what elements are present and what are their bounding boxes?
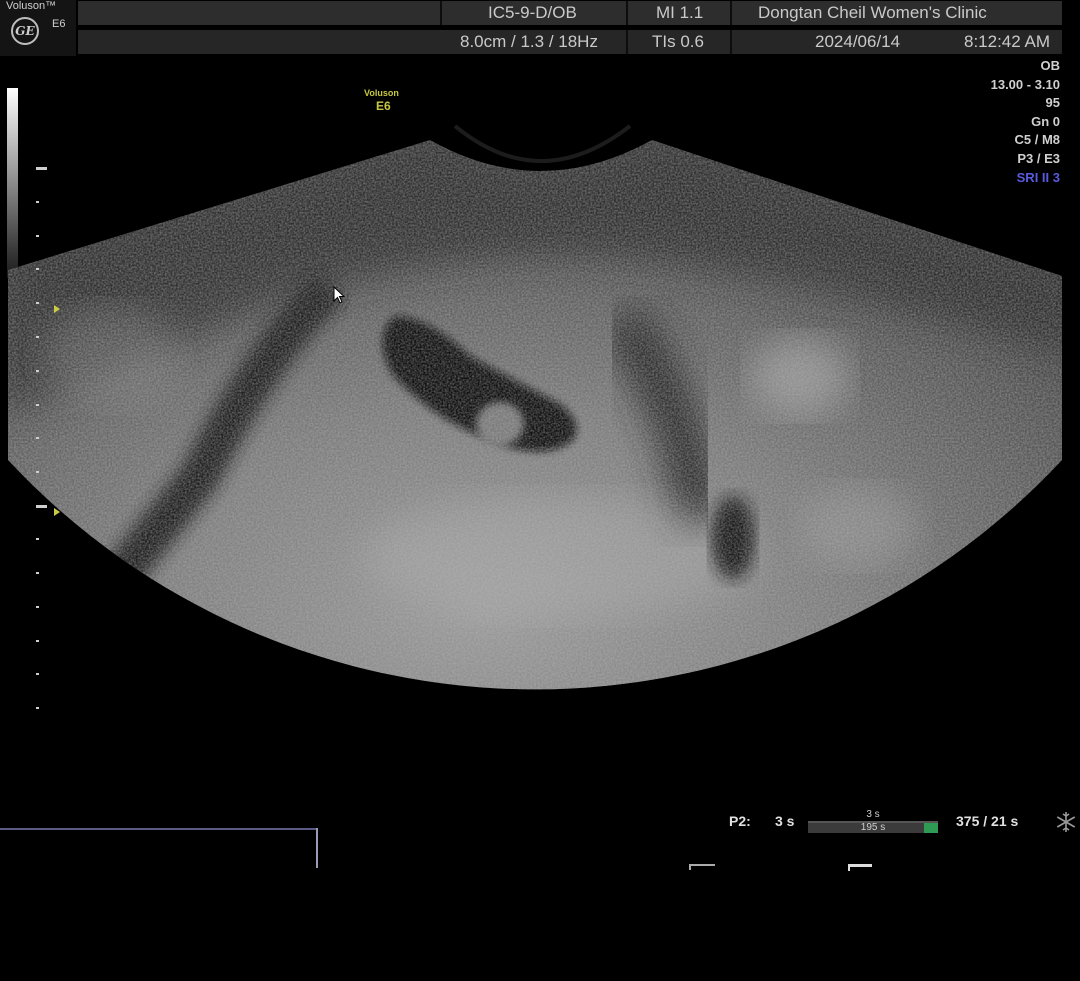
brand-model: E6 (52, 18, 66, 30)
depth-tick (36, 235, 39, 237)
depth-tick (36, 673, 39, 675)
header-row-2: 8.0cm / 1.3 / 18Hz TIs 0.6 2024/06/14 8:… (78, 30, 1062, 54)
depth-tick (36, 437, 39, 439)
cine-duration: 3 s (775, 813, 795, 829)
depth-tick (36, 707, 39, 709)
clinic-name: Dongtan Cheil Women's Clinic (758, 3, 987, 22)
header-divider (440, 1, 442, 25)
cine-frames: 375 / 21 s (956, 813, 1019, 829)
depth-tick (36, 167, 47, 170)
ge-logo-icon: GE (11, 17, 39, 45)
depth-tick (36, 505, 47, 508)
cine-bar-top: 3 s (866, 809, 880, 820)
header-divider (730, 1, 732, 25)
focus-marker-icon[interactable] (54, 305, 60, 313)
depth-tick (36, 336, 39, 338)
probe-label: IC5-9-D/OB (488, 3, 577, 22)
depth-tick (36, 471, 39, 473)
mouse-pointer-icon (333, 286, 346, 304)
header-divider (626, 1, 628, 25)
depth-tick (36, 404, 39, 406)
depth-tick (36, 201, 39, 203)
depth-info: 8.0cm / 1.3 / 18Hz (460, 32, 598, 51)
depth-tick (36, 370, 39, 372)
header-divider (626, 30, 628, 54)
mi-label: MI 1.1 (656, 3, 704, 22)
exam-time: 8:12:42 AM (964, 32, 1051, 51)
cine-label: P2: (729, 813, 751, 829)
brand-name: Voluson™ (6, 0, 57, 12)
header-row-1: IC5-9-D/OB MI 1.1 Dongtan Cheil Women's … (78, 1, 1062, 25)
brand-box: Voluson™ GE E6 (0, 0, 76, 56)
depth-tick (36, 640, 39, 642)
exam-date: 2024/06/14 (815, 32, 901, 51)
depth-tick (36, 606, 39, 608)
snowflake-icon[interactable] (1054, 810, 1078, 834)
cine-position[interactable] (924, 823, 938, 833)
depth-tick (36, 538, 39, 540)
cine-bar-bottom: 195 s (808, 823, 938, 833)
header-bar: Voluson™ GE E6 IC5-9-D/OB MI 1.1 Dongtan… (0, 0, 1064, 56)
focus-marker-icon[interactable] (54, 508, 60, 516)
tis-label: TIs 0.6 (652, 32, 704, 51)
header-divider (730, 30, 732, 54)
softkey-tab[interactable] (689, 864, 715, 870)
depth-tick (36, 572, 39, 574)
panel-border (316, 828, 318, 868)
depth-tick (36, 302, 39, 304)
cine-slider[interactable]: 3 s 195 s (808, 809, 938, 834)
softkey-tab[interactable] (848, 864, 872, 871)
depth-tick (36, 268, 39, 270)
ultrasound-image[interactable] (0, 56, 1080, 736)
panel-border (0, 828, 318, 830)
